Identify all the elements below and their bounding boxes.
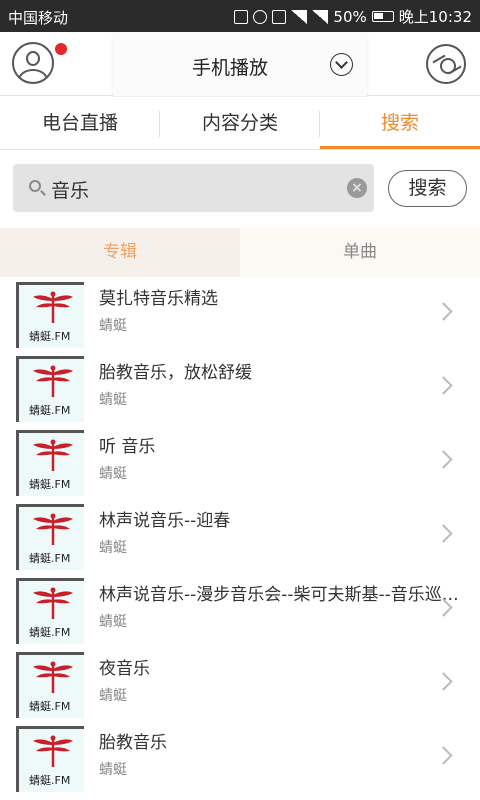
chevron-right-icon — [434, 672, 453, 691]
item-source: 蜻蜓 — [99, 392, 127, 408]
dragonfly-logo-icon — [33, 365, 73, 397]
dragonfly-logo-icon — [33, 439, 73, 471]
search-button[interactable]: 搜索 — [388, 170, 467, 207]
album-cover-label: 蜻蜓.FM — [29, 404, 71, 417]
item-title: 胎教音乐 — [99, 733, 167, 753]
tab-singles[interactable]: 单曲 — [240, 228, 480, 277]
search-input[interactable]: 音乐 × — [13, 164, 374, 212]
album-cover: 蜻蜓.FM — [16, 652, 84, 718]
dragonfly-logo-icon — [33, 661, 73, 693]
chevron-right-icon — [434, 524, 453, 543]
clock: 晚上10:32 — [398, 8, 472, 26]
item-source: 蜻蜓 — [99, 318, 127, 334]
tab-categories[interactable]: 内容分类 — [160, 97, 320, 150]
alarm-icon — [253, 9, 268, 24]
result-type-tabs: 专辑 单曲 — [0, 228, 480, 277]
item-source: 蜻蜓 — [99, 540, 127, 556]
tab-search[interactable]: 搜索 — [320, 97, 480, 150]
dragonfly-logo-icon — [33, 513, 73, 545]
search-input-value[interactable]: 音乐 — [51, 176, 89, 203]
main-tabs: 电台直播 内容分类 搜索 — [0, 97, 480, 150]
item-source: 蜻蜓 — [99, 762, 127, 778]
clear-icon[interactable]: × — [347, 178, 367, 198]
album-cover: 蜻蜓.FM — [16, 578, 84, 644]
item-title: 胎教音乐，放松舒缓 — [99, 363, 252, 383]
item-title: 林声说音乐--迎春 — [99, 511, 231, 531]
list-item[interactable]: 蜻蜓.FM 胎教音乐，放松舒缓 蜻蜓 — [0, 351, 480, 425]
album-cover: 蜻蜓.FM — [16, 504, 84, 570]
status-bar: 中国移动 50% 晚上10:32 — [0, 0, 480, 32]
album-cover: 蜻蜓.FM — [16, 282, 84, 348]
search-bar: 音乐 × 搜索 — [0, 150, 480, 226]
chevron-down-icon[interactable] — [330, 53, 353, 76]
user-avatar-icon[interactable] — [12, 42, 54, 84]
item-source: 蜻蜓 — [99, 614, 127, 630]
list-item[interactable]: 蜻蜓.FM 听 音乐 蜻蜓 — [0, 425, 480, 499]
list-item[interactable]: 蜻蜓.FM 林声说音乐--迎春 蜻蜓 — [0, 499, 480, 573]
album-cover-label: 蜻蜓.FM — [29, 700, 71, 713]
dragonfly-logo-icon — [33, 291, 73, 323]
notification-dot — [55, 43, 67, 55]
album-cover: 蜻蜓.FM — [16, 726, 84, 792]
album-cover-label: 蜻蜓.FM — [29, 330, 71, 343]
album-cover-label: 蜻蜓.FM — [29, 552, 71, 565]
item-title: 听 音乐 — [99, 437, 156, 457]
status-icons: 50% 晚上10:32 — [234, 6, 472, 27]
item-source: 蜻蜓 — [99, 688, 127, 704]
album-cover-label: 蜻蜓.FM — [29, 626, 71, 639]
album-cover: 蜻蜓.FM — [16, 356, 84, 422]
results-list: 蜻蜓.FM 莫扎特音乐精选 蜻蜓 蜻蜓.FM 胎教音乐，放松舒缓 蜻蜓 蜻蜓.F… — [0, 277, 480, 800]
item-source: 蜻蜓 — [99, 466, 127, 482]
list-item[interactable]: 蜻蜓.FM 夜音乐 蜻蜓 — [0, 647, 480, 721]
active-tab-indicator — [320, 146, 480, 149]
page-title: 手机播放 — [191, 57, 268, 79]
album-cover-label: 蜻蜓.FM — [29, 478, 71, 491]
tab-live-radio[interactable]: 电台直播 — [0, 97, 160, 150]
chevron-right-icon — [434, 450, 453, 469]
tab-albums[interactable]: 专辑 — [0, 228, 240, 277]
item-title: 夜音乐 — [99, 659, 150, 679]
album-cover: 蜻蜓.FM — [16, 430, 84, 496]
chevron-right-icon — [434, 376, 453, 395]
disc-player-icon[interactable] — [426, 44, 466, 84]
list-item[interactable]: 蜻蜓.FM 胎教音乐 蜻蜓 — [0, 721, 480, 795]
item-title: 莫扎特音乐精选 — [99, 289, 218, 309]
item-title: 林声说音乐--漫步音乐会--柴可夫斯基--音乐巡… — [99, 585, 459, 605]
battery-percent: 50% — [333, 7, 367, 26]
wifi-icon — [291, 9, 308, 24]
app-header: 手机播放 — [0, 32, 480, 96]
list-item[interactable]: 蜻蜓.FM 莫扎特音乐精选 蜻蜓 — [0, 277, 480, 351]
dragonfly-logo-icon — [33, 735, 73, 767]
dragonfly-logo-icon — [33, 587, 73, 619]
vibrate-icon — [234, 9, 249, 24]
signal-icon — [312, 9, 329, 24]
battery-icon — [371, 11, 394, 22]
chevron-right-icon — [434, 302, 453, 321]
carrier-label: 中国移动 — [8, 9, 69, 27]
hd-icon — [272, 9, 287, 24]
list-item[interactable]: 蜻蜓.FM 林声说音乐--漫步音乐会--柴可夫斯基--音乐巡… 蜻蜓 — [0, 573, 480, 647]
album-cover-label: 蜻蜓.FM — [29, 774, 71, 787]
search-icon — [29, 180, 41, 192]
chevron-right-icon — [434, 746, 453, 765]
play-mode-selector[interactable]: 手机播放 — [113, 32, 367, 96]
